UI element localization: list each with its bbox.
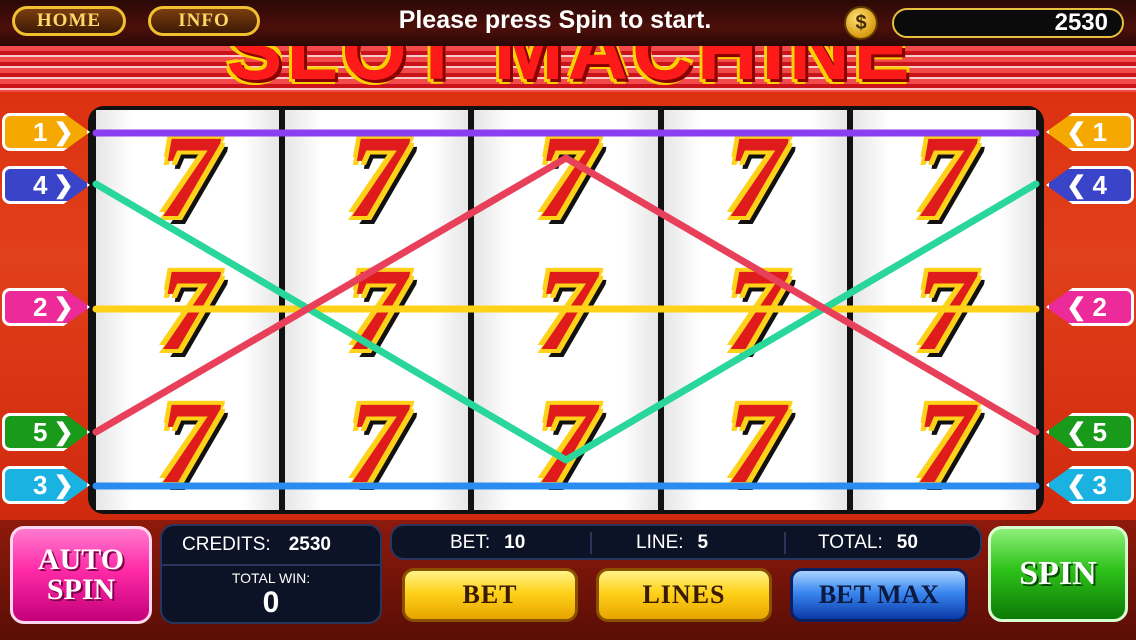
seven-symbol-icon: 7 [536,243,596,375]
auto-spin-label-2: SPIN [46,573,116,606]
chevron-left-icon: ❮ [1066,171,1087,199]
seven-symbol-icon: 7 [347,110,407,242]
seven-symbol-icon: 7 [914,243,974,375]
line-marker-1-right[interactable]: ❮ 1 [1046,113,1134,151]
line-number: 2 [33,291,48,322]
chevron-left-icon: ❮ [1066,293,1087,321]
reel-2: 7 7 7 [285,110,469,510]
seven-symbol-icon: 7 [347,377,407,509]
line-number: 4 [33,169,48,200]
line-marker-4-left[interactable]: 4 ❯ [2,166,90,204]
credits-row: CREDITS: 2530 [182,534,331,556]
top-bar: HOME INFO Please press Spin to start. $ … [0,0,1136,46]
lines-button[interactable]: LINES [596,568,772,622]
bet-value: 10 [504,532,526,553]
auto-spin-button[interactable]: AUTO SPIN [10,526,152,624]
seven-symbol-icon: 7 [725,243,785,375]
divider [784,532,786,554]
info-button[interactable]: INFO [148,6,260,36]
seven-symbol-icon: 7 [347,243,407,375]
bet-info-bar: BET: 10 LINE: 5 TOTAL: 50 [390,524,982,560]
line-number: 4 [1092,169,1107,200]
chevron-left-icon: ❮ [1066,471,1087,499]
line-marker-2-left[interactable]: 2 ❯ [2,288,90,326]
line-number: 3 [1092,469,1107,500]
seven-symbol-icon: 7 [536,110,596,242]
total-label: TOTAL: [818,532,883,553]
credits-label: CREDITS: [182,534,271,555]
line-value: 5 [697,532,709,553]
total-value: 50 [896,532,918,553]
line-marker-1-left[interactable]: 1 ❯ [2,113,90,151]
seven-symbol-icon: 7 [158,110,218,242]
line-number: 2 [1092,291,1107,322]
chevron-right-icon: ❯ [53,171,74,199]
chevron-right-icon: ❯ [53,118,74,146]
reel-5: 7 7 7 [852,110,1037,510]
title-band: SLOT MACHINE [0,46,1136,92]
total-win-value: 0 [262,586,280,619]
divider [590,532,592,554]
line-marker-2-right[interactable]: ❮ 2 [1046,288,1134,326]
chevron-right-icon: ❯ [53,471,74,499]
total-info: TOTAL: 50 [818,532,918,554]
chevron-right-icon: ❯ [53,418,74,446]
chevron-left-icon: ❮ [1066,118,1087,146]
total-win-label: TOTAL WIN: [231,570,311,586]
credits-value: 2530 [288,534,331,555]
line-marker-5-right[interactable]: ❮ 5 [1046,413,1134,451]
seven-symbol-icon: 7 [914,377,974,509]
status-message: Please press Spin to start. [398,6,712,34]
line-number: 3 [33,469,48,500]
line-marker-3-left[interactable]: 3 ❯ [2,466,90,504]
line-marker-3-right[interactable]: ❮ 3 [1046,466,1134,504]
line-label: LINE: [636,532,684,553]
credits-panel: CREDITS: 2530 TOTAL WIN: 0 [160,524,382,624]
line-number: 5 [1092,416,1107,447]
line-number: 5 [33,416,48,447]
line-marker-5-left[interactable]: 5 ❯ [2,413,90,451]
spin-button[interactable]: SPIN [988,526,1128,622]
seven-symbol-icon: 7 [725,377,785,509]
seven-symbol-icon: 7 [914,110,974,242]
reel-4: 7 7 7 [663,110,847,510]
chevron-left-icon: ❮ [1066,418,1087,446]
line-number: 1 [1092,116,1107,147]
chevron-right-icon: ❯ [53,293,74,321]
reel-3: 7 7 7 [474,110,658,510]
reel-1: 7 7 7 [96,110,280,510]
line-marker-4-right[interactable]: ❮ 4 [1046,166,1134,204]
balance-display: 2530 [892,8,1124,38]
seven-symbol-icon: 7 [536,377,596,509]
seven-symbol-icon: 7 [158,243,218,375]
seven-symbol-icon: 7 [725,110,785,242]
coin-icon: $ [844,6,878,40]
line-info: LINE: 5 [636,532,708,554]
bet-label: BET: [450,532,491,553]
home-button[interactable]: HOME [12,6,126,36]
game-title-logo: SLOT MACHINE [200,46,940,92]
line-number: 1 [33,116,48,147]
auto-spin-label-1: AUTO [37,543,125,576]
divider [162,564,380,566]
seven-symbol-icon: 7 [158,377,218,509]
reels: 7 7 7 7 7 7 7 7 7 7 7 7 7 7 7 [96,110,1037,510]
bet-max-button[interactable]: BET MAX [790,568,968,622]
bet-button[interactable]: BET [402,568,578,622]
bet-info: BET: 10 [450,532,525,554]
